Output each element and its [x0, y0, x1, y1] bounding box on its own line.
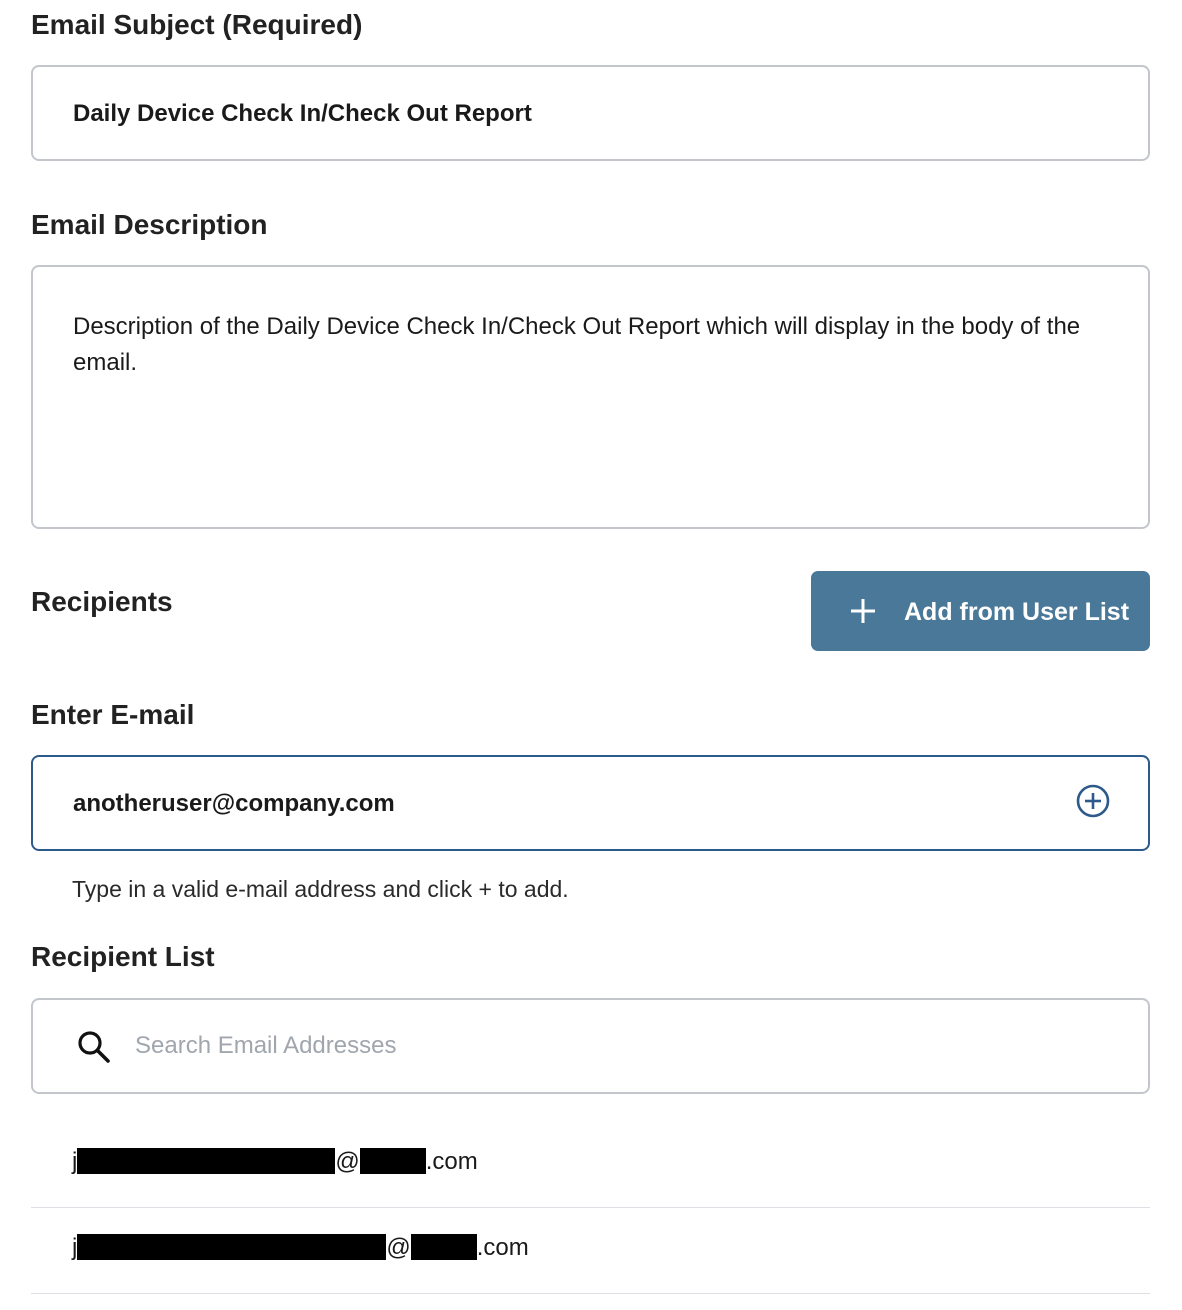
search-icon	[78, 1031, 110, 1063]
recipients-label: Recipients	[31, 586, 173, 617]
subject-field[interactable]: Daily Device Check In/Check Out Report	[31, 65, 1150, 161]
description-textarea[interactable]: Description of the Daily Device Check In…	[31, 265, 1150, 529]
subject-value: Daily Device Check In/Check Out Report	[73, 100, 532, 127]
email-input[interactable]: anotheruser@company.com	[31, 755, 1150, 851]
recipient-email-at: @	[386, 1234, 411, 1261]
description-label: Email Description	[31, 209, 268, 240]
email-input-value: anotheruser@company.com	[73, 790, 395, 817]
redaction-bar	[410, 1234, 477, 1260]
redaction-bar	[77, 1234, 387, 1260]
recipient-email-suffix: .com	[476, 1234, 529, 1261]
add-from-user-list-label: Add from User List	[904, 598, 1130, 626]
add-from-user-list-button[interactable]: Add from User List	[811, 571, 1150, 651]
recipient-email: j @ .com	[72, 1234, 529, 1262]
recipient-email-suffix: .com	[425, 1148, 478, 1175]
enter-email-label: Enter E-mail	[31, 699, 195, 730]
recipient-list-item[interactable]: j @ .com	[31, 1122, 1150, 1208]
recipient-list-label: Recipient List	[31, 941, 215, 972]
recipient-email-at: @	[335, 1148, 360, 1175]
redaction-bar	[77, 1148, 336, 1174]
plus-icon	[851, 599, 875, 623]
description-value: Description of the Daily Device Check In…	[73, 313, 1081, 376]
add-circle-icon[interactable]	[1076, 784, 1110, 818]
recipient-list-item[interactable]: j @ .com	[31, 1208, 1150, 1294]
redaction-bar	[359, 1148, 426, 1174]
recipient-search-field[interactable]	[31, 998, 1150, 1094]
recipient-search-input[interactable]	[135, 1026, 1035, 1066]
email-hint: Type in a valid e-mail address and click…	[72, 876, 569, 902]
recipient-email: j @ .com	[72, 1148, 478, 1176]
subject-label: Email Subject (Required)	[31, 9, 363, 40]
